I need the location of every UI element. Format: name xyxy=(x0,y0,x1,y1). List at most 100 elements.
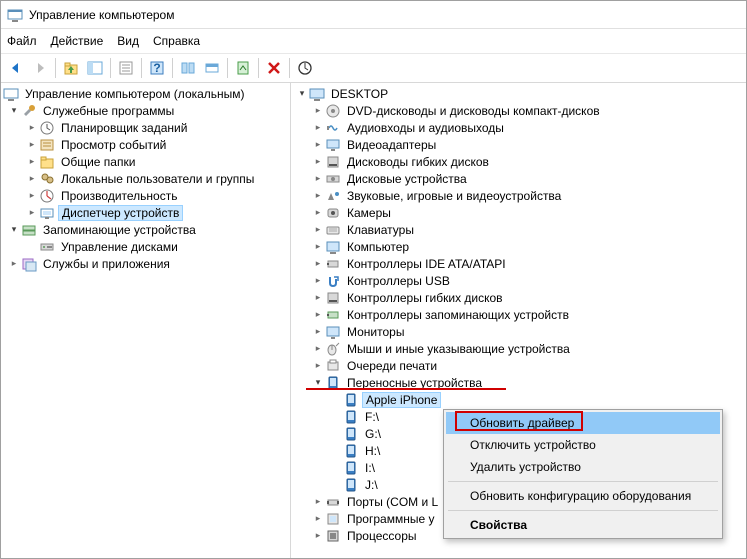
toolbar-icon-c[interactable] xyxy=(232,57,254,79)
chevron-right-icon[interactable]: ▸ xyxy=(25,173,39,184)
chevron-right-icon[interactable]: ▸ xyxy=(7,258,21,269)
left-item[interactable]: ▸ Общие папки xyxy=(1,153,290,170)
back-button[interactable] xyxy=(5,57,27,79)
portable-device-icon xyxy=(343,409,359,425)
chevron-right-icon[interactable]: ▸ xyxy=(25,122,39,133)
chevron-down-icon[interactable]: ▾ xyxy=(7,224,21,235)
device-category[interactable]: ▸ Контроллеры IDE ATA/ATAPI xyxy=(291,255,746,272)
category-icon xyxy=(325,358,341,374)
left-group-system-tools[interactable]: ▾ Служебные программы xyxy=(1,102,290,119)
properties-button[interactable] xyxy=(115,57,137,79)
ctx-properties[interactable]: Свойства xyxy=(446,514,720,536)
chevron-right-icon[interactable]: ▸ xyxy=(311,190,325,201)
ctx-separator xyxy=(448,510,718,511)
left-item[interactable]: ▸ Просмотр событий xyxy=(1,136,290,153)
left-group-storage[interactable]: ▾ Запоминающие устройства xyxy=(1,221,290,238)
ctx-update-driver[interactable]: Обновить драйвер xyxy=(446,412,720,434)
menubar: Файл Действие Вид Справка xyxy=(1,29,746,53)
ctx-disable-device[interactable]: Отключить устройство xyxy=(446,434,720,456)
chevron-right-icon[interactable]: ▸ xyxy=(311,258,325,269)
device-category[interactable]: ▸ Контроллеры гибких дисков xyxy=(291,289,746,306)
left-item[interactable]: Управление дисками xyxy=(1,238,290,255)
chevron-right-icon[interactable]: ▸ xyxy=(311,343,325,354)
forward-button[interactable] xyxy=(29,57,51,79)
left-root[interactable]: Управление компьютером (локальным) xyxy=(1,85,290,102)
chevron-right-icon[interactable]: ▸ xyxy=(311,496,325,507)
up-button[interactable] xyxy=(60,57,82,79)
chevron-right-icon[interactable]: ▸ xyxy=(25,139,39,150)
category-icon xyxy=(325,222,341,238)
chevron-right-icon[interactable]: ▸ xyxy=(311,173,325,184)
category-icon xyxy=(325,290,341,306)
device-category[interactable]: ▸ Очереди печати xyxy=(291,357,746,374)
left-item[interactable]: ▸ Локальные пользователи и группы xyxy=(1,170,290,187)
portable-device-item[interactable]: Apple iPhone xyxy=(291,391,746,408)
chevron-right-icon[interactable]: ▸ xyxy=(311,224,325,235)
device-category[interactable]: ▸ Контроллеры запоминающих устройств xyxy=(291,306,746,323)
left-item[interactable]: ▸ Планировщик заданий xyxy=(1,119,290,136)
chevron-right-icon[interactable]: ▸ xyxy=(311,139,325,150)
menu-view[interactable]: Вид xyxy=(117,34,139,48)
device-category[interactable]: ▸ Звуковые, игровые и видеоустройства xyxy=(291,187,746,204)
menu-help[interactable]: Справка xyxy=(153,34,200,48)
device-category[interactable]: ▸ Контроллеры USB xyxy=(291,272,746,289)
scan-button[interactable] xyxy=(294,57,316,79)
toolbar-icon-b[interactable] xyxy=(201,57,223,79)
chevron-down-icon[interactable]: ▾ xyxy=(295,88,309,99)
category-icon xyxy=(325,205,341,221)
menu-file[interactable]: Файл xyxy=(7,34,37,48)
item-icon xyxy=(39,137,55,153)
chevron-right-icon[interactable]: ▸ xyxy=(311,122,325,133)
chevron-right-icon[interactable]: ▸ xyxy=(311,530,325,541)
category-icon xyxy=(325,273,341,289)
chevron-right-icon[interactable]: ▸ xyxy=(25,156,39,167)
chevron-right-icon[interactable]: ▸ xyxy=(25,190,39,201)
chevron-right-icon[interactable]: ▸ xyxy=(311,326,325,337)
device-tree[interactable]: ▾ DESKTOP ▸ DVD-дисководы и дисководы ко… xyxy=(291,83,746,558)
chevron-right-icon[interactable]: ▸ xyxy=(311,513,325,524)
chevron-down-icon[interactable]: ▾ xyxy=(7,105,21,116)
help-button[interactable]: ? xyxy=(146,57,168,79)
chevron-right-icon[interactable]: ▸ xyxy=(311,275,325,286)
chevron-right-icon[interactable]: ▸ xyxy=(25,207,39,218)
left-group-services[interactable]: ▸ Службы и приложения xyxy=(1,255,290,272)
chevron-right-icon[interactable]: ▸ xyxy=(311,105,325,116)
device-root[interactable]: ▾ DESKTOP xyxy=(291,85,746,102)
ctx-scan-hardware[interactable]: Обновить конфигурацию оборудования xyxy=(446,485,720,507)
device-category[interactable]: ▸ Клавиатуры xyxy=(291,221,746,238)
category-icon xyxy=(325,171,341,187)
left-item[interactable]: ▸ Диспетчер устройств xyxy=(1,204,290,221)
ctx-uninstall-device[interactable]: Удалить устройство xyxy=(446,456,720,478)
toolbar-icon-a[interactable] xyxy=(177,57,199,79)
left-tree[interactable]: Управление компьютером (локальным) ▾ Слу… xyxy=(1,83,291,558)
category-icon xyxy=(325,154,341,170)
chevron-right-icon[interactable]: ▸ xyxy=(311,309,325,320)
category-icon xyxy=(325,324,341,340)
category-icon xyxy=(325,103,341,119)
device-category[interactable]: ▸ Аудиовходы и аудиовыходы xyxy=(291,119,746,136)
chevron-right-icon[interactable]: ▸ xyxy=(311,292,325,303)
chevron-down-icon[interactable]: ▾ xyxy=(311,377,325,388)
device-category[interactable]: ▸ DVD-дисководы и дисководы компакт-диск… xyxy=(291,102,746,119)
device-category[interactable]: ▸ Мониторы xyxy=(291,323,746,340)
device-category[interactable]: ▸ Камеры xyxy=(291,204,746,221)
delete-button[interactable] xyxy=(263,57,285,79)
category-icon xyxy=(325,256,341,272)
menu-action[interactable]: Действие xyxy=(51,34,104,48)
device-category[interactable]: ▸ Мыши и иные указывающие устройства xyxy=(291,340,746,357)
category-icon xyxy=(325,494,341,510)
portable-device-icon xyxy=(343,443,359,459)
services-icon xyxy=(21,256,37,272)
chevron-right-icon[interactable]: ▸ xyxy=(311,241,325,252)
device-category[interactable]: ▸ Дисководы гибких дисков xyxy=(291,153,746,170)
chevron-right-icon[interactable]: ▸ xyxy=(311,360,325,371)
show-hide-tree-button[interactable] xyxy=(84,57,106,79)
chevron-right-icon[interactable]: ▸ xyxy=(311,207,325,218)
left-item[interactable]: ▸ Производительность xyxy=(1,187,290,204)
chevron-right-icon[interactable]: ▸ xyxy=(311,156,325,167)
device-category[interactable]: ▸ Компьютер xyxy=(291,238,746,255)
device-category[interactable]: ▸ Дисковые устройства xyxy=(291,170,746,187)
category-icon xyxy=(325,137,341,153)
disk-mgmt-icon xyxy=(39,239,55,255)
device-category[interactable]: ▸ Видеоадаптеры xyxy=(291,136,746,153)
